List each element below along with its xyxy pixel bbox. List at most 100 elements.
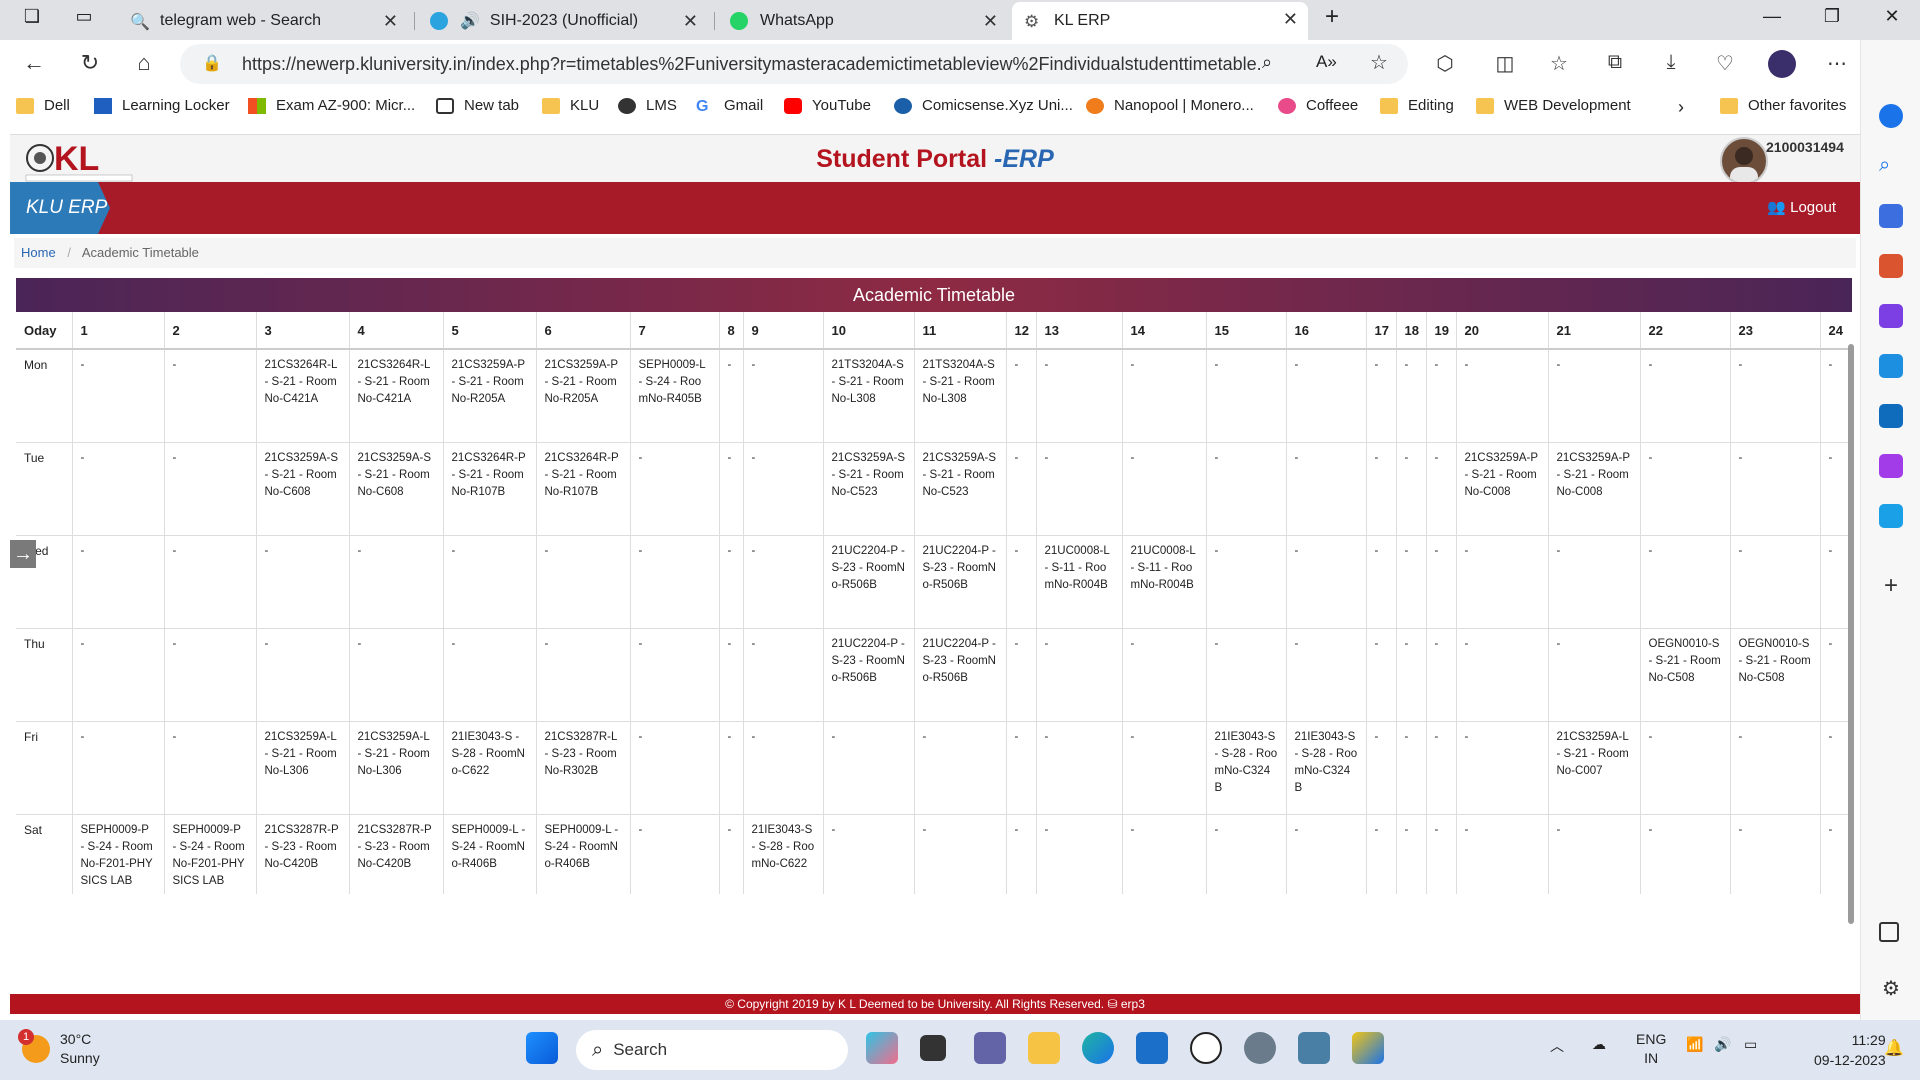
column-header-period: 15 xyxy=(1206,312,1287,350)
logout-button[interactable]: 👥 Logout xyxy=(1767,198,1836,216)
file-explorer-icon[interactable] xyxy=(1028,1032,1060,1064)
designer-icon[interactable] xyxy=(1879,454,1903,478)
copilot-preview-icon[interactable] xyxy=(866,1032,898,1064)
chevron-right-icon[interactable]: › xyxy=(1678,97,1684,118)
minimize-icon[interactable]: — xyxy=(1752,6,1792,27)
timetable-cell: - xyxy=(630,814,720,894)
security-shield-icon[interactable] xyxy=(1352,1032,1384,1064)
dell-icon[interactable] xyxy=(1190,1032,1222,1064)
bookmark-gmail[interactable]: G Gmail xyxy=(696,97,763,115)
tools-icon[interactable] xyxy=(1879,254,1903,278)
battery-icon[interactable]: ▭ xyxy=(1744,1036,1757,1053)
restore-icon[interactable]: ❐ xyxy=(1812,6,1852,27)
shopping-icon[interactable] xyxy=(1879,204,1903,228)
bookmark-exam-az900[interactable]: Exam AZ-900: Micr... xyxy=(248,97,415,114)
close-tab-icon[interactable]: ✕ xyxy=(383,11,398,32)
tab-actions-icon[interactable]: ▭ xyxy=(64,6,104,27)
collections-icon[interactable]: ⧉ xyxy=(1602,51,1628,74)
windows-start-icon[interactable] xyxy=(526,1032,558,1064)
url-bar[interactable]: 🔒 https://newerp.kluniversity.in/index.p… xyxy=(180,44,1408,84)
brand-label[interactable]: KLU ERP xyxy=(10,182,110,234)
bookmark-klu[interactable]: KLU xyxy=(542,97,599,114)
arrow-right-icon[interactable]: → xyxy=(10,540,36,568)
bookmark-web-development[interactable]: WEB Development xyxy=(1476,97,1631,114)
microsoft365-icon[interactable] xyxy=(1879,354,1903,378)
close-tab-icon[interactable]: ✕ xyxy=(983,11,998,32)
edge-browser-icon[interactable] xyxy=(1082,1032,1114,1064)
bookmark-lms[interactable]: LMS xyxy=(618,97,677,114)
wifi-icon[interactable]: 📶 xyxy=(1686,1036,1703,1053)
url-text[interactable]: https://newerp.kluniversity.in/index.php… xyxy=(242,54,1262,75)
chevron-up-icon[interactable]: ︿ xyxy=(1550,1036,1564,1056)
bookmark-coffeee[interactable]: Coffeee xyxy=(1278,97,1358,114)
zoom-icon[interactable]: ⌕ xyxy=(1262,52,1272,73)
column-header-period: 18 xyxy=(1396,312,1427,350)
settings-icon[interactable] xyxy=(1244,1032,1276,1064)
microsoft-store-icon[interactable] xyxy=(1136,1032,1168,1064)
bookmark-comicsense[interactable]: Comicsense.Xyz Uni... xyxy=(894,97,1073,114)
read-aloud-icon[interactable]: A» xyxy=(1316,52,1337,72)
more-options-icon[interactable]: ⋯ xyxy=(1824,51,1850,76)
tab-telegram-search[interactable]: 🔍 telegram web - Search ✕ xyxy=(118,4,408,38)
split-screen-icon[interactable]: ◫ xyxy=(1492,51,1518,76)
browser-essentials-icon[interactable]: ♡ xyxy=(1712,51,1738,76)
tab-sih-2023[interactable]: 🔊 SIH-2023 (Unofficial) ✕ xyxy=(418,4,708,38)
timetable-cell: SEPH0009-L - S-24 - RoomNo-R405B xyxy=(630,349,720,443)
language-indicator[interactable]: ENG IN xyxy=(1636,1030,1666,1068)
timetable-cell: 21CS3264R-L - S-21 - RoomNo-C421A xyxy=(256,349,350,443)
extensions-icon[interactable]: ⬡ xyxy=(1432,51,1458,76)
volume-icon[interactable]: 🔊 xyxy=(1714,1036,1731,1053)
outlook-icon[interactable] xyxy=(1879,404,1903,428)
timetable-cell: - xyxy=(630,442,720,536)
notification-bell-icon[interactable]: 🔔 xyxy=(1884,1038,1904,1058)
profile-avatar-icon[interactable] xyxy=(1768,50,1796,78)
timetable-cell: 21CS3259A-S - S-21 - RoomNo-C608 xyxy=(349,442,444,536)
sidebar-toggle-icon[interactable] xyxy=(1879,922,1899,942)
favorites-icon[interactable]: ☆ xyxy=(1546,51,1572,76)
tab-kl-erp[interactable]: ⚙ KL ERP ✕ xyxy=(1012,2,1308,40)
bookmark-dell[interactable]: Dell xyxy=(16,97,70,114)
onedrive-icon[interactable]: ☁ xyxy=(1592,1036,1606,1053)
timetable-cell: - xyxy=(1640,535,1731,629)
new-tab-icon[interactable]: + xyxy=(1312,3,1352,31)
home-icon[interactable]: ⌂ xyxy=(130,50,158,76)
clock[interactable]: 11:29 09-12-2023 xyxy=(1814,1030,1886,1070)
settings-icon[interactable]: ⚙ xyxy=(1879,976,1903,1000)
bookmark-youtube[interactable]: YouTube xyxy=(784,97,871,114)
close-tab-icon[interactable]: ✕ xyxy=(1283,9,1298,30)
tab-title: WhatsApp xyxy=(760,12,834,29)
notifications-icon[interactable] xyxy=(1879,104,1903,128)
workspaces-icon[interactable]: ❏ xyxy=(12,6,52,27)
weather-widget[interactable]: 1 30°C Sunny xyxy=(18,1029,100,1068)
lock-icon[interactable]: 🔒 xyxy=(202,53,222,73)
games-icon[interactable] xyxy=(1879,304,1903,328)
downloads-icon[interactable]: ⤓ xyxy=(1658,51,1684,74)
back-icon[interactable]: ← xyxy=(20,50,48,76)
task-view-icon[interactable] xyxy=(920,1035,946,1061)
new-tab-page-icon xyxy=(436,97,454,114)
timetable-cell: - xyxy=(630,721,720,815)
close-tab-icon[interactable]: ✕ xyxy=(683,11,698,32)
bookmark-other-favorites[interactable]: Other favorites xyxy=(1720,97,1846,114)
speaker-icon[interactable]: 🔊 xyxy=(460,11,480,31)
teams-icon[interactable] xyxy=(974,1032,1006,1064)
taskbar-search[interactable]: ⌕ Search xyxy=(576,1030,848,1070)
search-icon[interactable]: ⌕ xyxy=(1879,154,1903,178)
add-icon[interactable]: + xyxy=(1879,574,1903,598)
timetable-cell: - xyxy=(719,442,744,536)
bookmark-editing[interactable]: Editing xyxy=(1380,97,1454,114)
avatar[interactable] xyxy=(1720,137,1768,185)
bookmark-nanopool[interactable]: Nanopool | Monero... xyxy=(1086,97,1254,114)
timetable-container[interactable]: Oday 1 2 3 4 5 6 7 8 9 10 11 12 13 14 15 16 17 18 19 20 21 22 2… xyxy=(16,312,1852,894)
bookmark-new-tab[interactable]: New tab xyxy=(436,97,519,114)
bookmark-learning-locker[interactable]: Learning Locker xyxy=(94,97,230,114)
send-icon[interactable] xyxy=(1879,504,1903,528)
close-window-icon[interactable]: ✕ xyxy=(1872,6,1912,27)
vertical-scrollbar[interactable] xyxy=(1848,344,1854,924)
column-header-period: 14 xyxy=(1122,312,1207,350)
favorite-star-icon[interactable]: ☆ xyxy=(1370,50,1388,75)
refresh-icon[interactable]: ↻ xyxy=(76,50,104,76)
remote-desktop-icon[interactable] xyxy=(1298,1032,1330,1064)
breadcrumb-home-link[interactable]: Home xyxy=(21,245,56,260)
tab-whatsapp[interactable]: WhatsApp ✕ xyxy=(718,4,1008,38)
